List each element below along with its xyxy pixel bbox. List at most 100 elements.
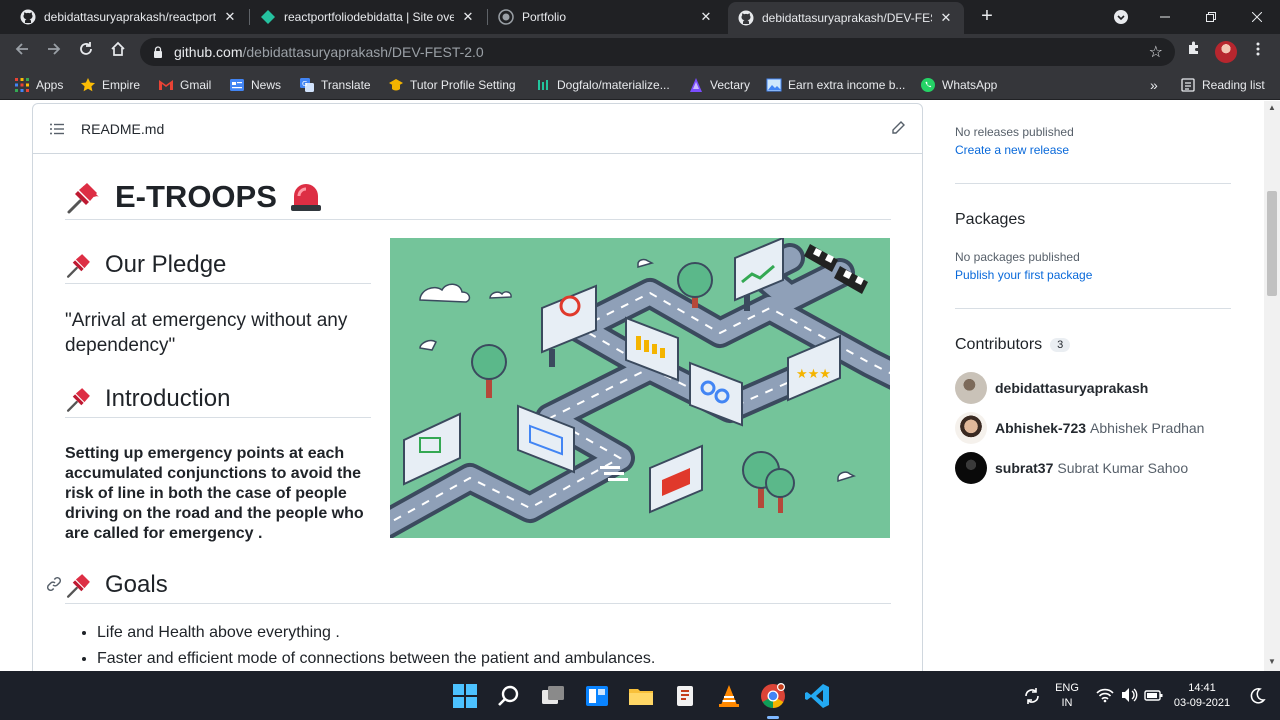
url-host: github.com [174,44,243,60]
contributor-row[interactable]: subrat37 Subrat Kumar Sahoo [955,452,1188,484]
avatar[interactable] [955,372,987,404]
packages-empty-text: No packages published [955,250,1080,264]
bookmark-apps[interactable]: Apps [14,76,63,94]
tab-search-button[interactable] [1098,0,1144,34]
clock-date: 03-09-2021 [1173,696,1231,709]
bookmark-materialize[interactable]: Dogfalo/materialize... [535,76,670,94]
bookmark-gmail[interactable]: Gmail [158,76,211,94]
scroll-up-arrow[interactable]: ▲ [1268,103,1276,112]
tab-title: reactportfoliodebidatta | Site overview [284,10,454,24]
readme-panel: README.md E-TROOPS Our Pledge "Arrival a… [32,103,923,671]
vscode-icon[interactable] [804,683,830,709]
vlc-icon[interactable] [716,683,742,709]
reload-icon [80,42,92,55]
contributors-heading[interactable]: Contributors 3 [955,336,1071,354]
home-button[interactable] [106,40,130,64]
close-icon[interactable]: ✕ [222,9,238,25]
tab-netlify[interactable]: reactportfoliodebidatta | Site overview … [250,0,486,34]
reading-list-button[interactable]: Reading list [1180,76,1265,94]
forward-button[interactable] [42,40,66,64]
bookmark-label: WhatsApp [942,78,998,92]
avatar[interactable] [955,412,987,444]
puzzle-icon [1189,41,1198,54]
contributors-count-badge: 3 [1050,338,1071,352]
chrome-icon[interactable] [760,683,786,709]
task-view-icon[interactable] [540,683,566,709]
publish-package-link[interactable]: Publish your first package [955,268,1092,282]
bookmark-vectary[interactable]: Vectary [688,76,750,94]
close-icon[interactable]: ✕ [698,9,714,25]
bookmarks-bar: Apps Empire Gmail News G Translate Tutor… [0,70,1280,100]
github-icon [20,9,36,25]
restore-button[interactable] [1188,0,1234,34]
windows-start-icon[interactable] [452,683,478,709]
home-icon [111,41,125,56]
tab-reactportfolio[interactable]: debidattasuryaprakash/reactportfolio ✕ [10,0,248,34]
close-icon[interactable]: ✕ [460,9,476,25]
contributor-login[interactable]: Abhishek-723 [995,420,1086,436]
office-app-icon[interactable] [672,683,698,709]
contributor-name: Subrat Kumar Sahoo [1057,460,1189,476]
releases-empty-text: No releases published [955,125,1074,139]
pushpin-icon [66,387,90,412]
avatar[interactable] [955,452,987,484]
language-indicator[interactable]: ENG IN [1052,671,1082,720]
extensions-button[interactable] [1182,40,1206,64]
wifi-icon[interactable] [1096,687,1114,703]
volume-icon[interactable] [1120,687,1138,703]
battery-icon[interactable] [1144,687,1164,703]
tab-portfolio[interactable]: Portfolio ✕ [488,0,724,34]
file-explorer-icon[interactable] [628,683,654,709]
scroll-down-arrow[interactable]: ▼ [1268,657,1276,666]
new-tab-button[interactable]: + [975,5,999,29]
chevron-down-icon [1114,10,1128,24]
page-scrollbar[interactable]: ▲ ▼ [1264,101,1280,671]
tab-dev-fest[interactable]: debidattasuryaprakash/DEV-FEST-2.0 ✕ [728,2,964,34]
lock-icon[interactable] [152,46,164,58]
bookmark-star-icon[interactable]: ☆ [1149,42,1163,62]
search-icon[interactable] [496,683,522,709]
clock-time: 14:41 [1188,681,1216,694]
bookmark-label: Gmail [180,78,212,92]
heading-text: Goals [105,570,168,598]
contributor-login[interactable]: debidattasuryaprakash [995,380,1148,396]
bookmark-tutor-profile[interactable]: Tutor Profile Setting [388,76,516,94]
reload-button[interactable] [74,40,98,64]
profile-avatar[interactable] [1215,41,1237,63]
focus-assist-moon-icon[interactable] [1248,687,1266,705]
pencil-icon[interactable] [890,120,906,136]
close-window-button[interactable] [1234,0,1280,34]
link-icon[interactable] [46,576,62,592]
heading-text: Introduction [105,384,231,412]
bookmark-translate[interactable]: G Translate [299,76,371,94]
sync-icon[interactable] [1022,686,1042,706]
minimize-button[interactable] [1142,0,1188,34]
packages-heading[interactable]: Packages [955,211,1025,229]
bookmark-news[interactable]: News [229,76,281,94]
scroll-thumb[interactable] [1267,191,1277,296]
tab-title: debidattasuryaprakash/DEV-FEST-2.0 [762,11,932,25]
pushpin-icon [67,182,99,213]
image-icon [766,78,782,92]
contributor-row[interactable]: Abhishek-723 Abhishek Pradhan [955,412,1204,444]
restore-icon [1206,12,1216,22]
close-icon [1252,12,1262,22]
language-code: ENG [1055,681,1079,694]
clock[interactable]: 14:41 03-09-2021 [1172,671,1232,720]
bookmarks-overflow-button[interactable]: » [1150,76,1158,94]
pledge-heading: Our Pledge [65,246,371,284]
widgets-icon[interactable] [584,683,610,709]
bookmark-whatsapp[interactable]: WhatsApp [920,76,997,94]
close-icon[interactable]: ✕ [938,10,954,26]
whatsapp-icon [921,78,935,92]
list-icon[interactable] [49,121,65,137]
contributor-row[interactable]: debidattasuryaprakash [955,372,1152,404]
back-button[interactable] [10,40,34,64]
contributor-login[interactable]: subrat37 [995,460,1053,476]
road-illustration-graphic: ★★★ [390,238,890,538]
bookmark-earn-income[interactable]: Earn extra income b... [766,76,905,94]
create-release-link[interactable]: Create a new release [955,143,1069,157]
address-bar[interactable]: github.com/debidattasuryaprakash/DEV-FES… [140,38,1175,66]
bookmark-empire[interactable]: Empire [80,76,140,94]
menu-button[interactable] [1246,40,1270,64]
